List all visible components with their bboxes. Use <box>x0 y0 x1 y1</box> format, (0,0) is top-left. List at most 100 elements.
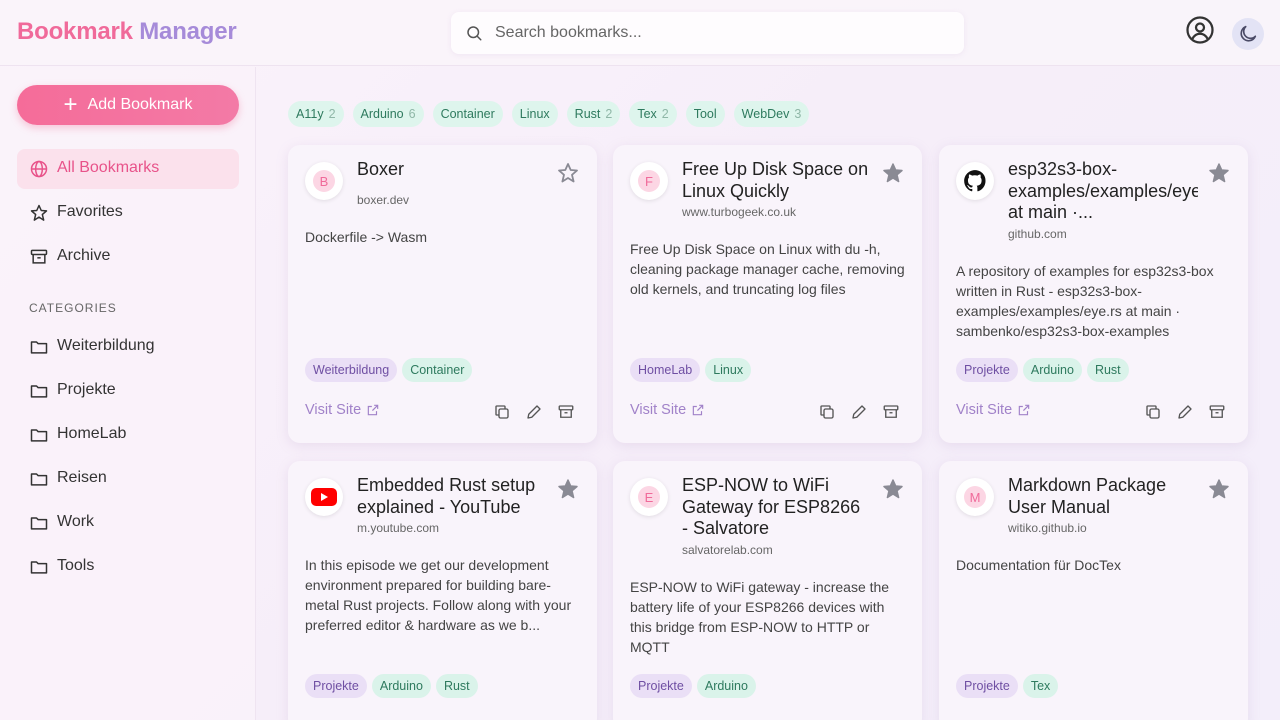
category-tag[interactable]: Weiterbildung <box>305 358 398 382</box>
category-work[interactable]: Work <box>17 503 239 543</box>
category-reisen[interactable]: Reisen <box>17 459 239 499</box>
moon-icon <box>1240 25 1257 42</box>
tag-count: 2 <box>605 107 613 121</box>
tag-chip[interactable]: Arduino <box>1022 358 1082 382</box>
tag-filter-a11y[interactable]: A11y 2 <box>288 101 344 127</box>
user-account-button[interactable] <box>1184 14 1216 46</box>
bookmark-card[interactable]: E ESP-NOW to WiFi Gateway for ESP8266 - … <box>613 461 922 720</box>
bookmark-tags: Projekte Arduino <box>630 674 761 698</box>
tag-chip[interactable]: Rust <box>1086 358 1129 382</box>
bookmark-card[interactable]: B Boxer boxer.dev Dockerfile -> Wasm Wei… <box>288 145 597 443</box>
favorite-star-filled-icon[interactable] <box>881 161 905 185</box>
tag-name: Container <box>440 107 495 121</box>
copy-icon[interactable] <box>818 403 836 421</box>
nav-favorites[interactable]: Favorites <box>17 193 239 233</box>
category-homelab[interactable]: HomeLab <box>17 415 239 455</box>
app-logo[interactable]: Bookmark Manager <box>17 18 237 46</box>
tag-filter-tool[interactable]: Tool <box>685 101 725 127</box>
favicon: M <box>956 478 994 516</box>
visit-site-link[interactable]: Visit Site <box>956 402 1031 418</box>
tag-name: Tex <box>637 107 657 121</box>
plus-icon: + <box>63 91 78 118</box>
bookmark-domain: github.com <box>1008 227 1067 241</box>
bookmark-card[interactable]: esp32s3-box- examples/examples/eye.rs at… <box>939 145 1248 443</box>
edit-pencil-icon[interactable] <box>850 403 868 421</box>
bookmark-tags: Projekte Arduino Rust <box>305 674 483 698</box>
tag-chip[interactable]: Container <box>402 358 473 382</box>
category-projekte[interactable]: Projekte <box>17 371 239 411</box>
archive-icon[interactable] <box>557 403 575 421</box>
categories-heading: CATEGORIES <box>29 301 117 315</box>
bookmark-domain: witiko.github.io <box>1008 521 1087 535</box>
archive-icon[interactable] <box>882 403 900 421</box>
archive-icon[interactable] <box>1208 403 1226 421</box>
youtube-icon <box>311 488 337 506</box>
tag-chip[interactable]: Arduino <box>696 674 756 698</box>
bookmark-title: ESP-NOW to WiFi Gateway for ESP8266 - Sa… <box>682 475 861 538</box>
favorite-star-filled-icon[interactable] <box>1207 477 1231 501</box>
tag-chip[interactable]: Tex <box>1022 674 1059 698</box>
theme-toggle-button[interactable] <box>1232 18 1264 50</box>
edit-pencil-icon[interactable] <box>1176 403 1194 421</box>
add-bookmark-button[interactable]: + Add Bookmark <box>17 85 239 125</box>
favicon-letter: M <box>964 486 986 508</box>
favorite-star-filled-icon[interactable] <box>556 477 580 501</box>
favorite-star-filled-icon[interactable] <box>1207 161 1231 185</box>
user-circle-icon <box>1186 16 1214 44</box>
edit-pencil-icon[interactable] <box>525 403 543 421</box>
category-weiterbildung[interactable]: Weiterbildung <box>17 327 239 367</box>
category-tag[interactable]: Projekte <box>956 674 1018 698</box>
favorite-star-outline-icon[interactable] <box>556 161 580 185</box>
tag-chip[interactable]: Rust <box>435 674 478 698</box>
category-label: Reisen <box>57 469 107 486</box>
bookmark-title: esp32s3-box- examples/examples/eye.rs at… <box>1008 159 1198 222</box>
category-label: HomeLab <box>57 425 127 442</box>
bookmark-description: ESP-NOW to WiFi gateway - increase the b… <box>630 579 890 655</box>
tag-filter-rust[interactable]: Rust 2 <box>566 101 621 127</box>
folder-icon <box>30 429 48 442</box>
tag-chip[interactable]: Linux <box>705 358 752 382</box>
copy-icon[interactable] <box>493 403 511 421</box>
category-tag[interactable]: Projekte <box>956 358 1018 382</box>
globe-icon <box>30 160 48 178</box>
visit-site-link[interactable]: Visit Site <box>305 402 380 418</box>
nav-archive[interactable]: Archive <box>17 237 239 277</box>
tag-filter-webdev[interactable]: WebDev 3 <box>733 101 810 127</box>
nav-label: Archive <box>57 247 111 264</box>
nav-label: Favorites <box>57 203 123 220</box>
bookmark-tags: Projekte Arduino Rust <box>956 358 1134 382</box>
category-tag[interactable]: HomeLab <box>630 358 701 382</box>
tag-filter-container[interactable]: Container <box>432 101 503 127</box>
search-box <box>451 12 964 54</box>
tag-filter-tex[interactable]: Tex 2 <box>629 101 677 127</box>
favicon-letter: F <box>638 170 660 192</box>
visit-site-link[interactable]: Visit Site <box>630 402 705 418</box>
external-link-icon <box>367 404 379 416</box>
favorite-star-filled-icon[interactable] <box>881 477 905 501</box>
top-bar: Bookmark Manager <box>0 0 1280 66</box>
bookmark-card[interactable]: Embedded Rust setup explained - YouTube … <box>288 461 597 720</box>
tag-filter-linux[interactable]: Linux <box>511 101 558 127</box>
tag-name: Arduino <box>360 107 404 121</box>
category-tag[interactable]: Projekte <box>630 674 692 698</box>
category-tag[interactable]: Projekte <box>305 674 367 698</box>
app-title-part1: Bookmark <box>17 18 133 45</box>
tag-name: WebDev <box>741 107 790 121</box>
bookmark-card[interactable]: F Free Up Disk Space on Linux Quickly ww… <box>613 145 922 443</box>
tag-filter-arduino[interactable]: Arduino 6 <box>352 101 424 127</box>
bookmark-description: Documentation für DocTex <box>956 557 1121 573</box>
app-title-part2: Manager <box>139 18 237 45</box>
bookmark-card[interactable]: M Markdown Package User Manual witiko.gi… <box>939 461 1248 720</box>
category-label: Work <box>57 513 95 530</box>
category-tools[interactable]: Tools <box>17 547 239 587</box>
favicon-letter: E <box>638 486 660 508</box>
external-link-icon <box>692 404 704 416</box>
bookmark-tags: Weiterbildung Container <box>305 358 477 382</box>
favicon: E <box>630 478 668 516</box>
nav-all-bookmarks[interactable]: All Bookmarks <box>17 149 239 189</box>
search-input[interactable] <box>495 12 945 54</box>
tag-chip[interactable]: Arduino <box>371 674 431 698</box>
copy-icon[interactable] <box>1144 403 1162 421</box>
nav-label: All Bookmarks <box>57 159 160 176</box>
bookmark-description: In this episode we get our development e… <box>305 557 572 633</box>
